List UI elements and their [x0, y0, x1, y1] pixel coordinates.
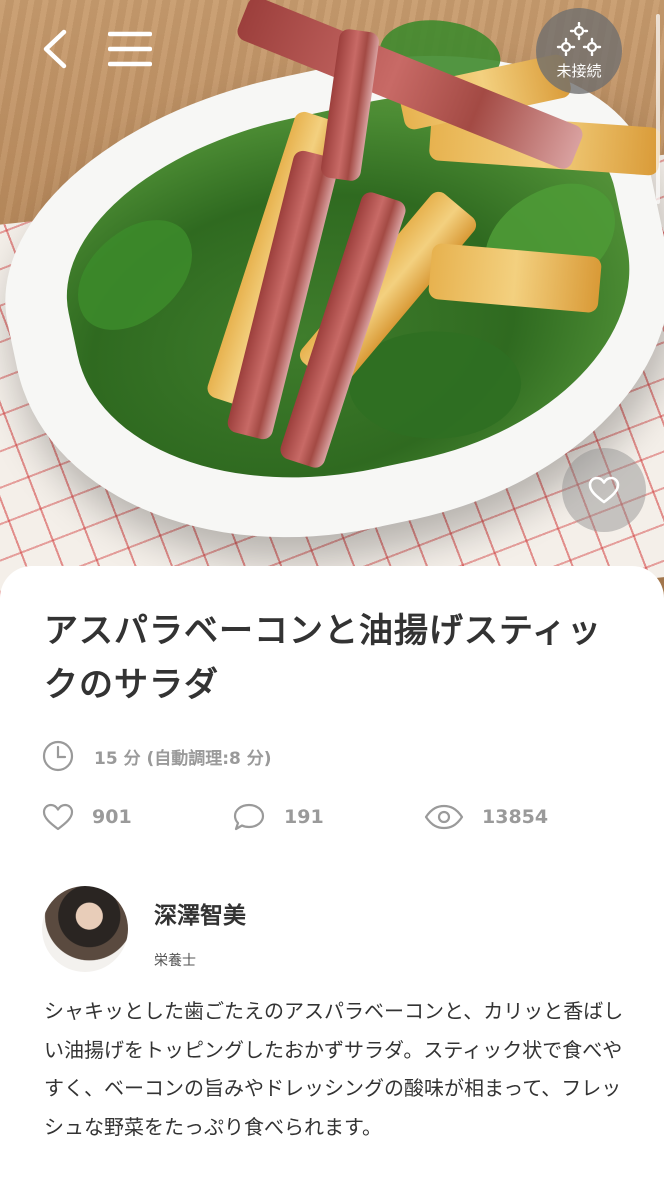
- recipe-description: シャキッとした歯ごたえのアスパラベーコンと、カリッと香ばしい油揚げをトッピングし…: [44, 999, 624, 1139]
- author-profile[interactable]: 深澤智美 栄養士: [42, 886, 246, 972]
- likes-count: 901: [92, 806, 132, 828]
- favorite-button[interactable]: [562, 448, 646, 532]
- heart-outline-icon: [588, 476, 620, 504]
- likes-stat[interactable]: 901: [42, 803, 232, 831]
- recipe-title: アスパラベーコンと油揚げスティックのサラダ: [44, 611, 602, 705]
- hamburger-menu-icon: [107, 31, 153, 67]
- menu-button[interactable]: [107, 30, 153, 68]
- cooking-time: 15 分 (自動調理:8 分): [42, 740, 272, 772]
- comments-count: 191: [284, 806, 324, 828]
- clock-icon: [42, 740, 74, 772]
- gears-icon: [556, 21, 602, 56]
- views-stat: 13854: [424, 804, 548, 830]
- cooking-time-text: 15 分 (自動調理:8 分): [94, 748, 272, 769]
- author-info: 深澤智美 栄養士: [154, 896, 246, 970]
- avatar[interactable]: [42, 886, 128, 972]
- back-button[interactable]: [36, 26, 78, 72]
- recipe-stats: 901 191 13854: [42, 802, 548, 832]
- comments-stat[interactable]: 191: [232, 802, 424, 832]
- heart-icon: [42, 803, 74, 831]
- chevron-left-icon: [43, 29, 67, 69]
- connection-status-badge[interactable]: 未接続: [536, 8, 622, 94]
- author-name[interactable]: 深澤智美: [154, 896, 246, 930]
- comment-bubble-icon: [233, 803, 265, 831]
- scroll-indicator: [656, 14, 660, 204]
- eye-icon: [424, 804, 464, 830]
- views-count: 13854: [482, 806, 549, 828]
- recipe-detail-card: アスパラベーコンと油揚げスティックのサラダ 15 分 (自動調理:8 分) 90…: [0, 566, 664, 1200]
- connection-status-label: 未接続: [556, 61, 602, 80]
- author-role: 栄養士: [154, 953, 196, 969]
